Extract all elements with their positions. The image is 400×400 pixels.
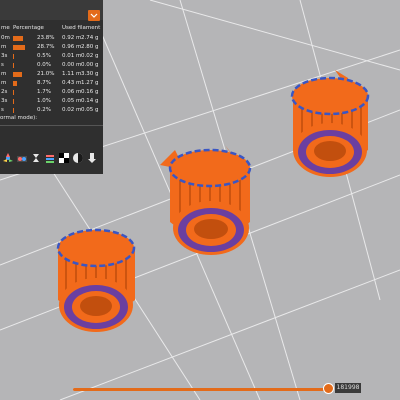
legend-row-length: 0.96 m: [62, 44, 82, 50]
view-type-dropdown[interactable]: [88, 10, 100, 21]
legend-row-length: 0.02 m: [62, 107, 82, 113]
fan-icon[interactable]: [2, 152, 14, 166]
legend-row: 0m 23.8% 0.92 m 2.74 g: [0, 35, 103, 44]
header-name: me: [1, 25, 10, 31]
legend-row-length: 0.43 m: [62, 80, 82, 86]
legend-toolbar: [0, 152, 103, 168]
legend-row-name: m: [1, 80, 7, 86]
legend-row-percent: 0.5%: [37, 53, 51, 59]
legend-row: 2s 1.7% 0.06 m 0.16 g: [0, 89, 103, 98]
legend-row-weight: 0.00 g: [81, 62, 99, 68]
legend-row-length: 0.01 m: [62, 53, 82, 59]
legend-row-name: s: [1, 107, 4, 113]
legend-row-length: 0.92 m: [62, 35, 82, 41]
legend-row-weight: 3.30 g: [81, 71, 99, 77]
legend-row-bar: [13, 45, 26, 50]
legend-row-length: 0.06 m: [62, 89, 82, 95]
legend-row-percent: 0.2%: [37, 107, 51, 113]
layer-slider-value: 181998: [335, 383, 361, 393]
legend-row-weight: 0.05 g: [81, 107, 99, 113]
printed-part-1[interactable]: [56, 228, 136, 332]
export-icon[interactable]: [86, 152, 98, 166]
legend-panel: me Percentage Used filament 0m 23.8% 0.92 …: [0, 0, 103, 174]
legend-row-bar: [13, 36, 23, 41]
legend-row-name: 2s: [1, 89, 8, 95]
legend-row-bar: [13, 108, 14, 113]
legend-row-name: 3s: [1, 53, 8, 59]
legend-row-bar: [13, 99, 14, 104]
legend-row-percent: 21.0%: [37, 71, 55, 77]
legend-row-weight: 0.16 g: [81, 89, 99, 95]
time-icon[interactable]: [30, 152, 42, 166]
legend-row-bar: [13, 90, 14, 95]
legend-row-name: m: [1, 44, 7, 50]
legend-row-length: 0.05 m: [62, 98, 82, 104]
legend-row-percent: 8.7%: [37, 80, 51, 86]
checker-icon[interactable]: [58, 152, 70, 166]
legend-row-length: 0.00 m: [62, 62, 82, 68]
legend-row-bar: [13, 54, 14, 59]
legend-row-weight: 0.02 g: [81, 53, 99, 59]
layer-slider-fill: [73, 388, 329, 391]
legend-row-weight: 2.80 g: [81, 44, 99, 50]
legend-row: m 21.0% 1.11 m 3.30 g: [0, 71, 103, 80]
legend-row-percent: 1.0%: [37, 98, 51, 104]
legend-row-percent: 1.7%: [37, 89, 51, 95]
legend-row-percent: 28.7%: [37, 44, 55, 50]
legend-view-type-bar: [0, 0, 103, 21]
legend-row: 3s 1.0% 0.05 m 0.14 g: [0, 98, 103, 107]
legend-row-bar: [13, 81, 17, 86]
color-icon[interactable]: [72, 152, 84, 166]
legend-row-name: s: [1, 62, 4, 68]
legend-row-bar: [13, 72, 22, 77]
legend-header: me Percentage Used filament: [0, 25, 103, 33]
legend-row-percent: 0.0%: [37, 62, 51, 68]
header-used-filament: Used filament: [62, 25, 101, 31]
legend-row-name: 3s: [1, 98, 8, 104]
legend-row-bar: [13, 63, 14, 68]
legend-row-length: 1.11 m: [62, 71, 82, 77]
legend-row: 3s 0.5% 0.01 m 0.02 g: [0, 53, 103, 62]
legend-row-weight: 0.14 g: [81, 98, 99, 104]
printed-part-3[interactable]: [290, 70, 370, 177]
legend-row-name: 0m: [1, 35, 10, 41]
divider: [0, 125, 103, 126]
legend-row: m 8.7% 0.43 m 1.27 g: [0, 80, 103, 89]
chevron-down-icon: [90, 13, 98, 18]
speed-icon[interactable]: [16, 152, 28, 166]
printed-part-2[interactable]: [160, 145, 252, 255]
legend-row-percent: 23.8%: [37, 35, 55, 41]
header-percentage: Percentage: [13, 25, 44, 31]
legend-row-name: m: [1, 71, 7, 77]
layer-icon[interactable]: [44, 152, 56, 166]
legend-row: m 28.7% 0.96 m 2.80 g: [0, 44, 103, 53]
legend-row-weight: 1.27 g: [81, 80, 99, 86]
legend-footer: ormal mode):: [0, 115, 38, 121]
legend-row-weight: 2.74 g: [81, 35, 99, 41]
legend-row: s 0.0% 0.00 m 0.00 g: [0, 62, 103, 71]
